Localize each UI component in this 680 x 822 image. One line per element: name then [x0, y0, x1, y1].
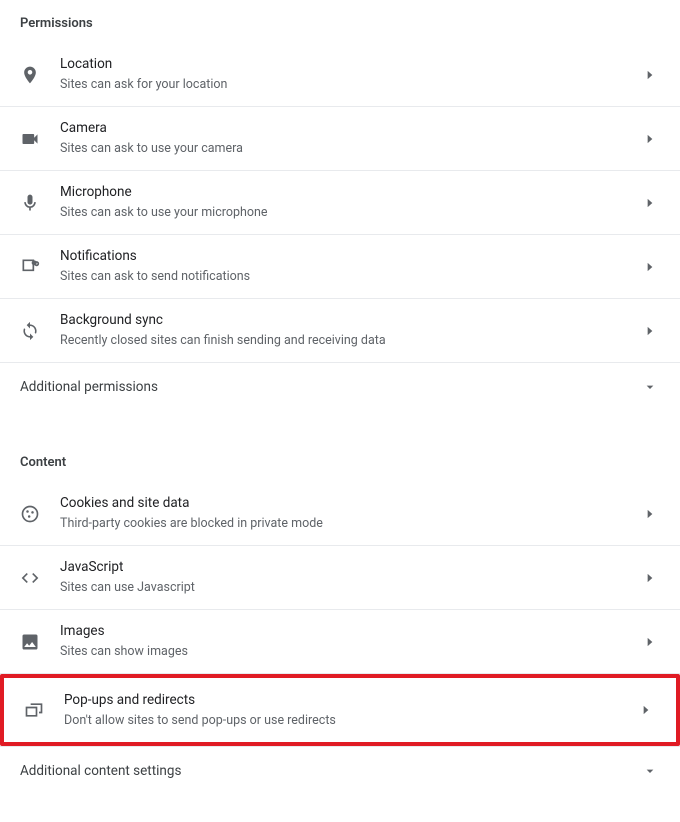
expander-label: Additional permissions — [20, 379, 640, 395]
row-title: Microphone — [60, 183, 640, 202]
row-microphone[interactable]: Microphone Sites can ask to use your mic… — [0, 171, 680, 235]
chevron-down-icon — [640, 761, 660, 781]
row-texts: Background sync Recently closed sites ca… — [60, 311, 640, 349]
popup-icon — [24, 700, 44, 720]
row-subtitle: Recently closed sites can finish sending… — [60, 332, 640, 350]
row-subtitle: Third-party cookies are blocked in priva… — [60, 515, 640, 533]
notifications-icon — [20, 257, 40, 277]
chevron-right-icon — [640, 321, 660, 341]
row-title: Notifications — [60, 247, 640, 266]
row-title: Images — [60, 622, 640, 641]
row-texts: Images Sites can show images — [60, 622, 640, 660]
cookie-icon — [20, 504, 40, 524]
chevron-right-icon — [640, 568, 660, 588]
sync-icon — [20, 321, 40, 341]
row-location[interactable]: Location Sites can ask for your location — [0, 43, 680, 107]
chevron-right-icon — [640, 257, 660, 277]
row-texts: JavaScript Sites can use Javascript — [60, 558, 640, 596]
chevron-right-icon — [640, 632, 660, 652]
row-title: Location — [60, 55, 640, 74]
content-header: Content — [0, 439, 680, 482]
row-title: Camera — [60, 119, 640, 138]
row-javascript[interactable]: JavaScript Sites can use Javascript — [0, 546, 680, 610]
row-subtitle: Sites can ask for your location — [60, 76, 640, 94]
row-texts: Microphone Sites can ask to use your mic… — [60, 183, 640, 221]
chevron-right-icon — [640, 129, 660, 149]
expander-label: Additional content settings — [20, 763, 640, 779]
row-title: JavaScript — [60, 558, 640, 577]
row-subtitle: Sites can ask to use your microphone — [60, 204, 640, 222]
row-title: Pop-ups and redirects — [64, 691, 636, 710]
row-subtitle: Sites can use Javascript — [60, 579, 640, 597]
permissions-header: Permissions — [0, 0, 680, 43]
row-subtitle: Sites can show images — [60, 643, 640, 661]
row-subtitle: Sites can ask to send notifications — [60, 268, 640, 286]
chevron-right-icon — [640, 193, 660, 213]
location-icon — [20, 65, 40, 85]
row-notifications[interactable]: Notifications Sites can ask to send noti… — [0, 235, 680, 299]
chevron-right-icon — [640, 65, 660, 85]
row-cookies[interactable]: Cookies and site data Third-party cookie… — [0, 482, 680, 546]
row-texts: Camera Sites can ask to use your camera — [60, 119, 640, 157]
row-texts: Cookies and site data Third-party cookie… — [60, 494, 640, 532]
row-subtitle: Don't allow sites to send pop-ups or use… — [64, 712, 636, 730]
row-background-sync[interactable]: Background sync Recently closed sites ca… — [0, 299, 680, 363]
row-popups[interactable]: Pop-ups and redirects Don't allow sites … — [4, 678, 676, 742]
row-texts: Pop-ups and redirects Don't allow sites … — [64, 691, 636, 729]
chevron-right-icon — [640, 504, 660, 524]
camera-icon — [20, 129, 40, 149]
row-title: Cookies and site data — [60, 494, 640, 513]
row-texts: Notifications Sites can ask to send noti… — [60, 247, 640, 285]
row-camera[interactable]: Camera Sites can ask to use your camera — [0, 107, 680, 171]
row-texts: Location Sites can ask for your location — [60, 55, 640, 93]
row-subtitle: Sites can ask to use your camera — [60, 140, 640, 158]
microphone-icon — [20, 193, 40, 213]
row-images[interactable]: Images Sites can show images — [0, 610, 680, 674]
additional-content-expander[interactable]: Additional content settings — [0, 746, 680, 795]
row-title: Background sync — [60, 311, 640, 330]
chevron-down-icon — [640, 377, 660, 397]
code-icon — [20, 568, 40, 588]
highlight-box: Pop-ups and redirects Don't allow sites … — [0, 674, 680, 746]
image-icon — [20, 632, 40, 652]
chevron-right-icon — [636, 700, 656, 720]
additional-permissions-expander[interactable]: Additional permissions — [0, 363, 680, 411]
